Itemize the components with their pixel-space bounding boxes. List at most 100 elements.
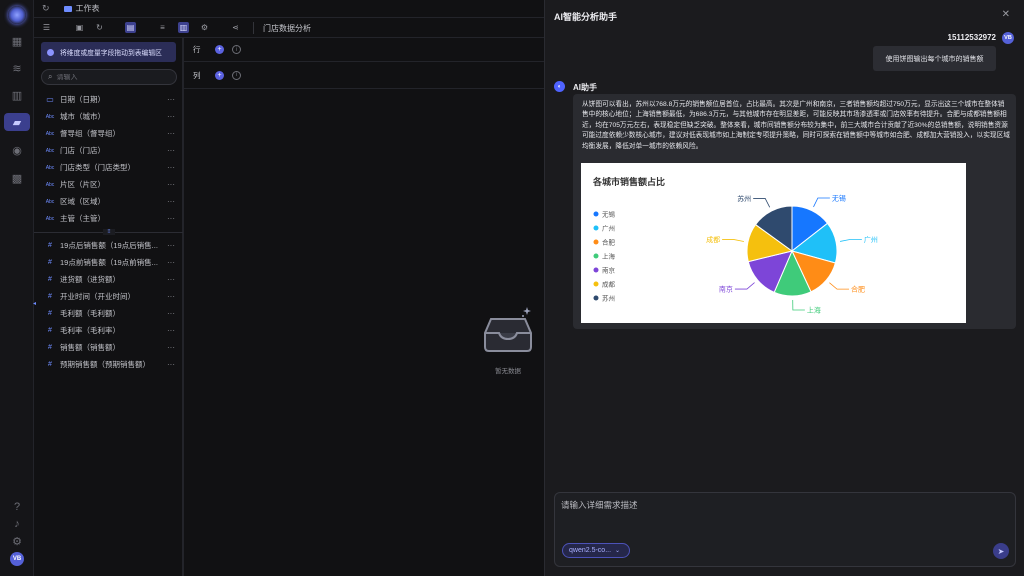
dimension-field[interactable]: Abc 门店类型（门店类型） ··· — [34, 159, 183, 176]
sync-icon[interactable]: ↻ — [94, 22, 105, 33]
more-icon[interactable]: ··· — [167, 163, 175, 172]
dimension-field[interactable]: Abc 城市（城市） ··· — [34, 108, 183, 125]
more-icon[interactable]: ··· — [167, 309, 175, 318]
database-icon[interactable]: ≋ — [9, 60, 25, 76]
measure-field[interactable]: # 预期销售额（预期销售额） ··· — [34, 356, 183, 373]
folder-icon[interactable]: ▰ — [4, 113, 30, 131]
measure-field[interactable]: #19点前销售额（19点前销售... ··· — [34, 254, 183, 271]
compass-icon[interactable]: ◉ — [9, 142, 25, 158]
pie-label-line-4 — [734, 282, 755, 290]
measure-field[interactable]: # 毛利额（毛利额） ··· — [34, 305, 183, 322]
row-info-icon[interactable]: i — [232, 45, 241, 54]
user-message: 使用饼图输出每个城市的销售额 — [873, 46, 996, 71]
measure-field[interactable]: # 开业时间（开业时间） ··· — [34, 288, 183, 305]
field-label: 片区（片区） — [60, 180, 105, 189]
chevron-down-icon: ⌄ — [615, 548, 621, 554]
field-label: 开业时间（开业时间） — [60, 292, 135, 301]
more-icon[interactable]: ··· — [167, 214, 175, 223]
pie-chart: 各城市销售额占比 无锡 广州 合肥 上海 南京 成都 苏州 无锡 广州 合肥 上海 南京 成都 苏州 — [581, 163, 966, 323]
measure-field[interactable]: # 毛利率（毛利率） ··· — [34, 322, 183, 339]
empty-state-text: 暂无数据 — [495, 368, 521, 375]
legend-label-3[interactable]: 上海 — [602, 252, 616, 261]
legend-swatch-2 — [593, 239, 599, 245]
pie-label-6: 苏州 — [737, 194, 751, 203]
abc-icon: Abc — [45, 181, 55, 188]
legend-label-1[interactable]: 广州 — [602, 224, 615, 233]
grid-icon[interactable]: ▦ — [9, 33, 25, 49]
more-icon[interactable]: ··· — [167, 95, 175, 104]
model-select[interactable]: qwen2.5-co... ⌄ — [562, 543, 630, 558]
chat-input[interactable] — [561, 499, 981, 529]
send-button[interactable]: ➤ — [993, 543, 1009, 559]
pie-label-line-2 — [829, 282, 850, 290]
field-label: 销售额（销售额） — [60, 343, 120, 352]
legend-label-6[interactable]: 苏州 — [602, 294, 615, 303]
column-info-icon[interactable]: i — [232, 70, 241, 80]
more-icon[interactable]: ··· — [167, 292, 175, 301]
breadcrumb[interactable]: 工作表 — [76, 3, 100, 14]
rail-avatar[interactable]: VB — [10, 552, 24, 566]
more-icon[interactable]: ··· — [167, 241, 175, 250]
folder-icon — [63, 5, 72, 12]
sheet-title[interactable]: 门店数据分析 — [263, 23, 311, 34]
gear-icon[interactable]: ⚙ — [199, 22, 210, 33]
field-search[interactable]: ⌕ — [41, 69, 177, 85]
more-icon[interactable]: ··· — [167, 112, 175, 121]
dimension-field[interactable]: Abc 督导组（督导组） ··· — [34, 125, 183, 142]
dimension-field[interactable]: Abc 区域（区域） ··· — [34, 193, 183, 210]
add-row-icon[interactable]: + — [215, 45, 224, 54]
canvas-border — [183, 38, 184, 576]
dimension-field[interactable]: ▭ 日期（日期） ··· — [34, 91, 183, 108]
more-icon[interactable]: ··· — [167, 180, 175, 189]
more-icon[interactable]: ··· — [167, 129, 175, 138]
filter-icon[interactable]: ≡ — [157, 22, 168, 33]
help-icon[interactable]: ? — [9, 499, 25, 515]
measure-field[interactable]: # 进货额（进货额） ··· — [34, 271, 183, 288]
more-icon[interactable]: ··· — [167, 146, 175, 155]
table-view-icon[interactable]: ▤ — [125, 22, 136, 33]
chart-icon[interactable]: ▥ — [9, 87, 25, 103]
close-icon[interactable]: ✕ — [1002, 9, 1010, 20]
refresh-icon[interactable]: ↻ — [42, 3, 50, 14]
empty-box-icon — [484, 307, 532, 352]
ai-message-bubble: 从饼图可以看出，苏州以768.8万元的销售额位居首位，占比最高。其次是广州和南京… — [573, 94, 1016, 329]
more-icon[interactable]: ··· — [167, 275, 175, 284]
legend-label-5[interactable]: 成都 — [602, 280, 616, 289]
dimension-field[interactable]: Abc 门店（门店） ··· — [34, 142, 183, 159]
collapse-panel-icon[interactable]: ☰ — [41, 22, 52, 33]
collapse-arrow-icon[interactable]: ◂ — [33, 300, 37, 310]
more-icon[interactable]: ··· — [167, 360, 175, 369]
pie-label-2: 合肥 — [851, 285, 865, 294]
share-icon[interactable]: ⋖ — [230, 22, 241, 33]
field-label: 门店类型（门店类型） — [60, 163, 135, 172]
settings-icon[interactable]: ⚙ — [9, 533, 25, 549]
more-icon[interactable]: ··· — [167, 326, 175, 335]
legend-label-2[interactable]: 合肥 — [602, 238, 616, 247]
field-search-input[interactable] — [56, 73, 157, 81]
drag-tip-text: 将维度或度量字段拖动到表编辑区 — [60, 50, 162, 57]
column-shelf[interactable]: 列 + i — [183, 63, 544, 87]
legend-label-0[interactable]: 无锡 — [602, 210, 616, 219]
add-column-icon[interactable]: + — [215, 70, 224, 80]
field-label: 毛利额（毛利额） — [60, 309, 120, 318]
more-icon[interactable]: ··· — [167, 197, 175, 206]
apps-icon[interactable]: ▩ — [9, 170, 25, 186]
dimension-field[interactable]: Abc 主管（主管） ··· — [34, 210, 183, 227]
dimension-field[interactable]: Abc 片区（片区） ··· — [34, 176, 183, 193]
chart-view-icon[interactable]: ▥ — [178, 22, 189, 33]
legend-swatch-4 — [593, 267, 599, 273]
legend-label-4[interactable]: 南京 — [602, 266, 616, 275]
field-label: 城市（城市） — [60, 112, 105, 121]
row-shelf[interactable]: 行 + i — [183, 38, 544, 62]
save-icon[interactable]: ▣ — [74, 22, 85, 33]
bell-icon[interactable]: ♪ — [9, 516, 25, 532]
more-icon[interactable]: ··· — [167, 343, 175, 352]
measure-field[interactable]: # 销售额（销售额） ··· — [34, 339, 183, 356]
drag-handle-icon[interactable]: ⠿ — [103, 229, 115, 235]
pie-label-5: 成都 — [706, 235, 720, 244]
toolbar-divider — [253, 22, 254, 34]
measure-field[interactable]: #19点后销售额（19点后销售... ··· — [34, 237, 183, 254]
more-icon[interactable]: ··· — [167, 258, 175, 267]
pie-label-line-5 — [722, 239, 745, 242]
app-root: ▦ ≋ ▥ ▰ ◉ ▩ ? ♪ ⚙ VB ↻ 工作表 ☰ ▣ ↻ ▤ ≡ ▥ ⚙… — [0, 0, 1024, 576]
